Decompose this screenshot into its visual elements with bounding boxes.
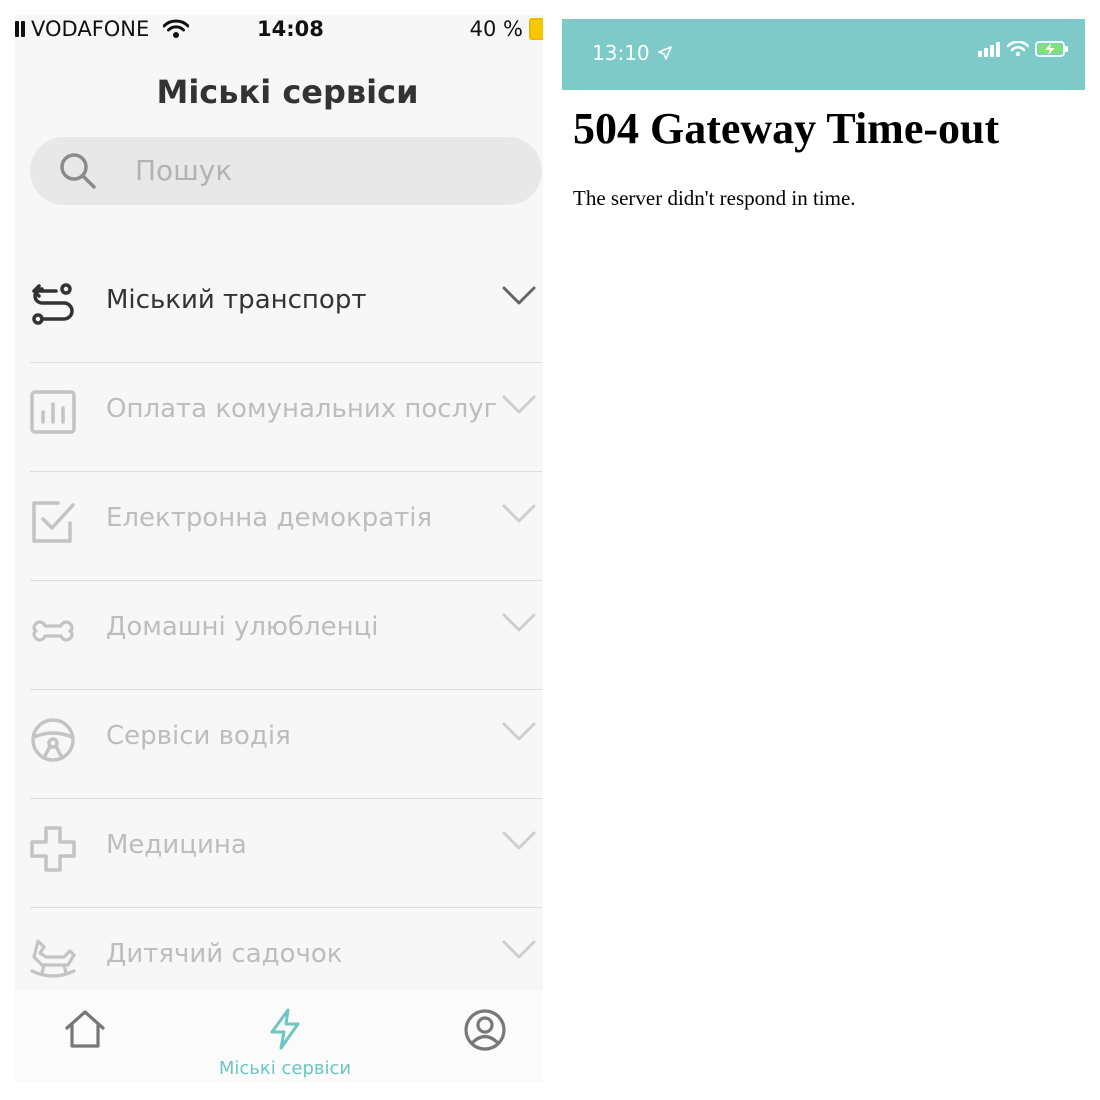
menu-item-medicine[interactable]: Медицина [30, 800, 542, 908]
menu-item-pets[interactable]: Домашні улюбленці [30, 582, 542, 690]
tab-bar: Міські сервіси [15, 990, 543, 1082]
menu-item-city-transport[interactable]: Міський транспорт [30, 255, 542, 363]
page-title: Міські сервіси [156, 73, 419, 111]
menu-label: Медицина [106, 830, 247, 860]
carrier-info: VODAFONE [15, 17, 190, 41]
status-time: 13:10 [592, 41, 650, 65]
status-icons [977, 41, 1069, 57]
right-phone-screen: 13:10 504 Gateway Time-out The server di… [562, 19, 1085, 1082]
tab-home[interactable] [63, 1008, 107, 1054]
location-arrow-icon [658, 46, 672, 60]
chevron-down-icon [502, 395, 536, 414]
chevron-down-icon [502, 940, 536, 959]
menu-label: Домашні улюбленці [106, 612, 379, 642]
left-phone-screen: VODAFONE 14:08 40 % Міські сервіси Пошук [15, 15, 543, 1082]
route-icon [32, 283, 74, 325]
carrier-name: VODAFONE [31, 17, 150, 41]
chevron-down-icon [502, 613, 536, 632]
status-time: 14:08 [257, 17, 324, 41]
bar-chart-icon [30, 390, 76, 434]
lightning-icon [270, 1008, 300, 1050]
status-time-wrap: 13:10 [592, 41, 672, 65]
status-bar: 13:10 [562, 19, 1085, 90]
menu-item-utilities[interactable]: Оплата комунальних послуг [30, 364, 542, 472]
signal-icon [15, 21, 25, 37]
chevron-down-icon [502, 504, 536, 523]
status-bar: VODAFONE 14:08 40 % [15, 15, 543, 47]
signal-icon [978, 42, 1000, 57]
search-icon [60, 153, 96, 189]
battery-charging-icon [1035, 41, 1068, 57]
tab-city-services[interactable]: Міські сервіси [215, 1008, 355, 1079]
steering-wheel-icon [31, 718, 75, 762]
chevron-down-icon [502, 831, 536, 850]
tab-label: Міські сервіси [218, 1058, 352, 1079]
profile-icon [464, 1009, 506, 1051]
search-placeholder: Пошук [135, 154, 233, 187]
chevron-down-icon [502, 286, 536, 305]
tab-profile[interactable] [463, 1008, 507, 1056]
wifi-icon [1007, 41, 1029, 57]
chevron-down-icon [502, 722, 536, 741]
menu-item-e-democracy[interactable]: Електронна демократія [30, 473, 542, 581]
menu-label: Електронна демократія [106, 503, 433, 533]
error-message: The server didn't respond in time. [573, 186, 856, 210]
rocking-horse-icon [30, 939, 76, 978]
menu-label: Міський транспорт [106, 285, 367, 315]
checkbox-icon [32, 501, 75, 543]
battery-percent: 40 % [469, 17, 523, 41]
wifi-icon [163, 19, 190, 38]
medical-cross-icon [30, 826, 76, 872]
menu-label: Оплата комунальних послуг [106, 394, 498, 424]
menu-label: Сервіси водія [106, 721, 291, 751]
error-title: 504 Gateway Time-out [573, 104, 1000, 153]
menu-item-driver-services[interactable]: Сервіси водія [30, 691, 542, 799]
bone-icon [32, 620, 74, 642]
battery-icon [529, 18, 543, 40]
menu-label: Дитячий садочок [106, 939, 343, 969]
search-input[interactable]: Пошук [30, 137, 542, 205]
home-icon [65, 1010, 105, 1048]
battery-info: 40 % [470, 17, 543, 41]
